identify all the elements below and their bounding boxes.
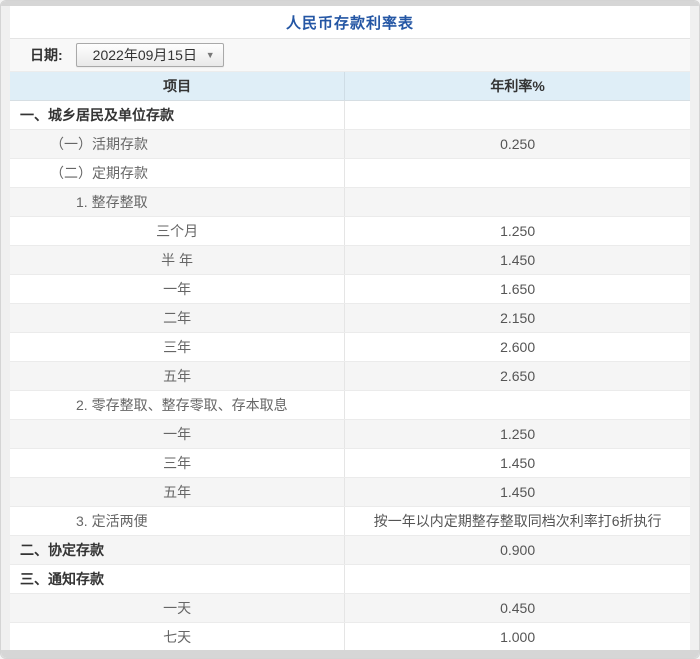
table-row: （二）定期存款	[10, 159, 690, 188]
table-header-row: 项目 年利率%	[10, 72, 690, 101]
item-cell: 2. 零存整取、整存零取、存本取息	[10, 391, 345, 419]
item-cell: 七天	[10, 623, 345, 651]
date-row: 日期: 2022年09月15日 ▼	[10, 39, 690, 72]
item-cell: 五年	[10, 478, 345, 506]
rate-cell: 2.650	[345, 362, 690, 390]
table-row: 五年 2.650	[10, 362, 690, 391]
rate-cell: 1.250	[345, 420, 690, 448]
table-row: 二、协定存款 0.900	[10, 536, 690, 565]
item-cell: 三年	[10, 449, 345, 477]
table-row: 3. 定活两便 按一年以内定期整存整取同档次利率打6折执行	[10, 507, 690, 536]
chevron-down-icon: ▼	[206, 51, 215, 60]
rate-cell	[345, 565, 690, 593]
table-row: （一）活期存款 0.250	[10, 130, 690, 159]
rate-cell: 2.150	[345, 304, 690, 332]
table-row: 三年 2.600	[10, 333, 690, 362]
rate-cell: 1.450	[345, 449, 690, 477]
table-row: 1. 整存整取	[10, 188, 690, 217]
rate-cell: 1.450	[345, 246, 690, 274]
rate-cell: 1.650	[345, 275, 690, 303]
item-cell: 二年	[10, 304, 345, 332]
item-cell: 五年	[10, 362, 345, 390]
table-row: 二年 2.150	[10, 304, 690, 333]
title-bar: 人民币存款利率表	[10, 6, 690, 39]
table-row: 半 年 1.450	[10, 246, 690, 275]
page-title: 人民币存款利率表	[286, 12, 414, 33]
date-dropdown-value: 2022年09月15日	[93, 45, 206, 65]
table-row: 五年 1.450	[10, 478, 690, 507]
content-panel: 人民币存款利率表 日期: 2022年09月15日 ▼ 项目 年利率% 一、城乡居…	[10, 6, 690, 650]
date-dropdown[interactable]: 2022年09月15日 ▼	[76, 43, 224, 67]
item-cell: 半 年	[10, 246, 345, 274]
item-cell: 三、通知存款	[10, 565, 345, 593]
rate-cell: 1.000	[345, 623, 690, 651]
table-row: 一年 1.650	[10, 275, 690, 304]
rate-cell: 0.900	[345, 536, 690, 564]
rate-cell: 1.250	[345, 217, 690, 245]
rate-cell	[345, 391, 690, 419]
item-cell: 二、协定存款	[10, 536, 345, 564]
table-row: 三、通知存款	[10, 565, 690, 594]
rate-cell: 按一年以内定期整存整取同档次利率打6折执行	[345, 507, 690, 535]
rate-cell	[345, 188, 690, 216]
item-cell: 1. 整存整取	[10, 188, 345, 216]
item-cell: 一、城乡居民及单位存款	[10, 101, 345, 129]
table-row: 2. 零存整取、整存零取、存本取息	[10, 391, 690, 420]
rate-cell: 1.450	[345, 478, 690, 506]
column-header-rate: 年利率%	[345, 72, 690, 100]
item-cell: 3. 定活两便	[10, 507, 345, 535]
table-row: 七天 1.000	[10, 623, 690, 652]
table-row: 一年 1.250	[10, 420, 690, 449]
date-label: 日期:	[30, 45, 63, 65]
table-row: 三年 1.450	[10, 449, 690, 478]
table-body: 一、城乡居民及单位存款 （一）活期存款 0.250 （二）定期存款 1. 整存整…	[10, 101, 690, 652]
table-row: 一天 0.450	[10, 594, 690, 623]
item-cell: 三年	[10, 333, 345, 361]
table-row: 一、城乡居民及单位存款	[10, 101, 690, 130]
item-cell: 一年	[10, 275, 345, 303]
rate-cell	[345, 159, 690, 187]
rate-cell: 0.250	[345, 130, 690, 158]
rate-cell	[345, 101, 690, 129]
rate-cell: 0.450	[345, 594, 690, 622]
item-cell: 一天	[10, 594, 345, 622]
column-header-item: 项目	[10, 72, 345, 100]
item-cell: 一年	[10, 420, 345, 448]
rate-table-window: 人民币存款利率表 日期: 2022年09月15日 ▼ 项目 年利率% 一、城乡居…	[0, 0, 700, 659]
rate-cell: 2.600	[345, 333, 690, 361]
item-cell: （二）定期存款	[10, 159, 345, 187]
table-row: 三个月 1.250	[10, 217, 690, 246]
item-cell: （一）活期存款	[10, 130, 345, 158]
item-cell: 三个月	[10, 217, 345, 245]
